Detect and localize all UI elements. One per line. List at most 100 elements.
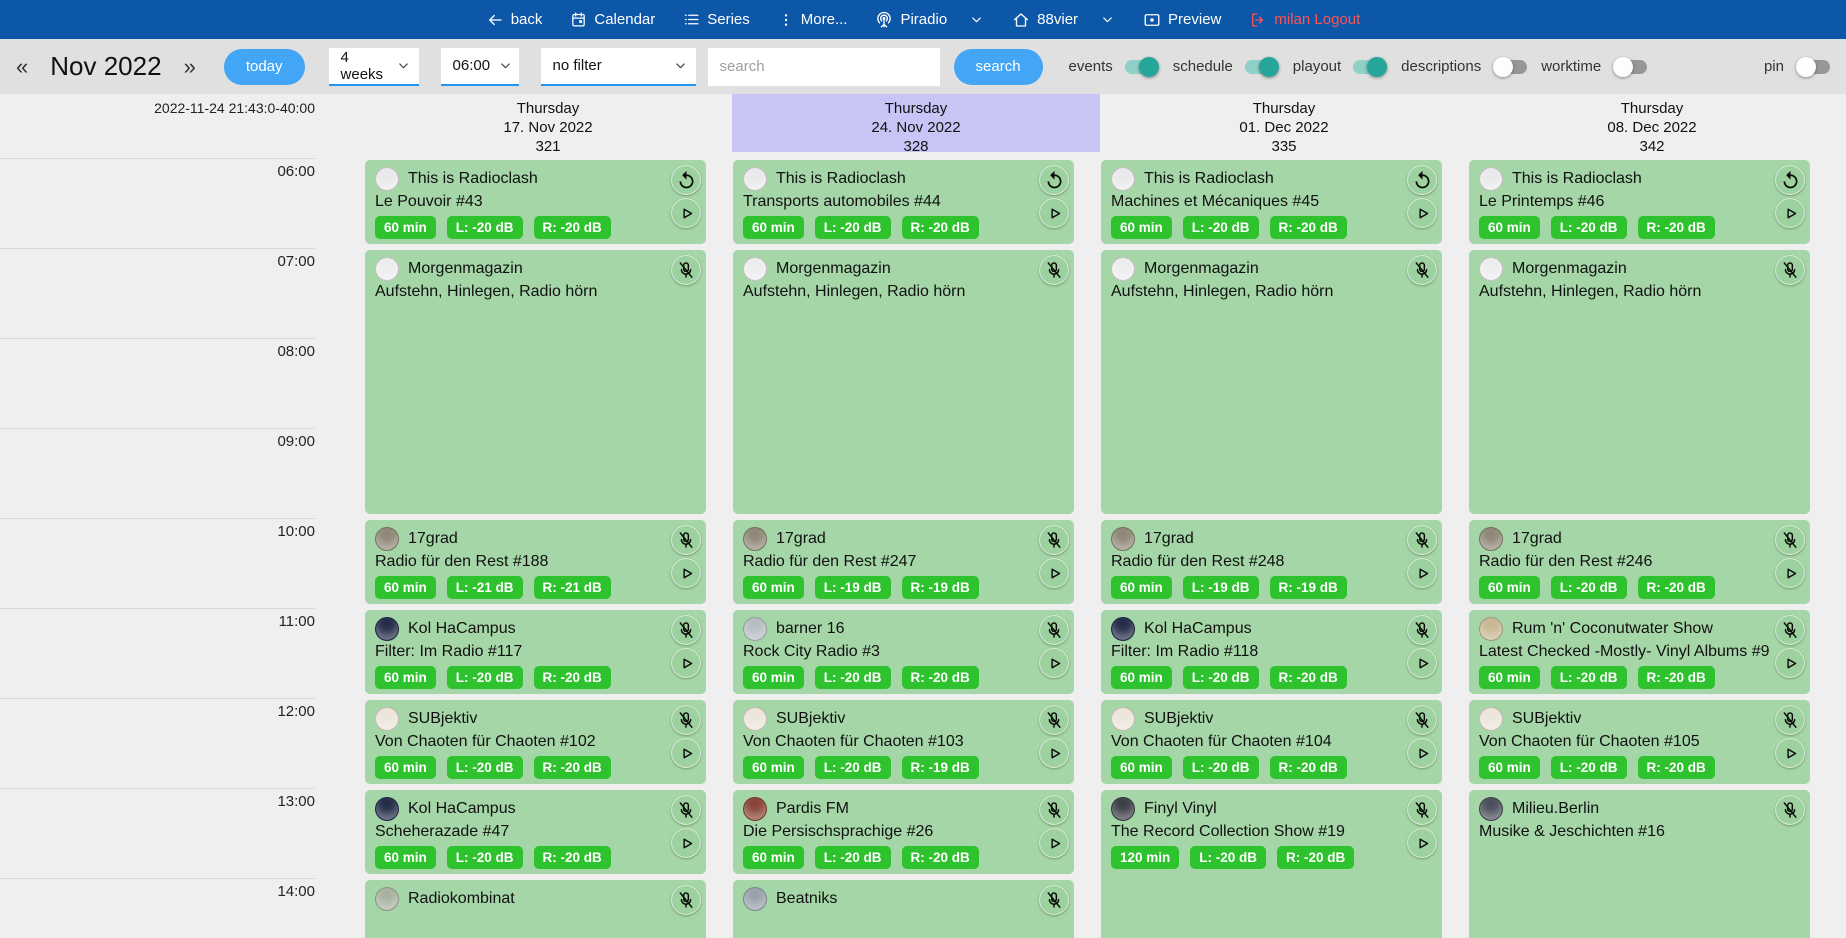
mic-off-icon[interactable] xyxy=(1039,255,1069,285)
search-input[interactable] xyxy=(708,48,940,86)
show-title: Morgenmagazin xyxy=(776,260,891,278)
event-card[interactable]: This is RadioclashLe Pouvoir #4360 minL:… xyxy=(365,160,706,244)
mic-off-icon[interactable] xyxy=(671,255,701,285)
playout-toggle[interactable] xyxy=(1353,60,1387,74)
nav-item-piradio[interactable]: Piradio xyxy=(875,11,947,29)
mic-off-icon[interactable] xyxy=(1775,705,1805,735)
event-card[interactable]: 17gradRadio für den Rest #24760 minL: -1… xyxy=(733,520,1074,604)
calendar-grid: 2022-11-24 21:43:0-40:00 06:0007:0008:00… xyxy=(0,94,1846,938)
mic-off-icon[interactable] xyxy=(1775,525,1805,555)
play-button[interactable] xyxy=(1407,648,1437,678)
mic-off-icon[interactable] xyxy=(1775,615,1805,645)
nav-item-series[interactable]: Series xyxy=(683,11,750,28)
event-card[interactable]: MorgenmagazinAufstehn, Hinlegen, Radio h… xyxy=(1469,250,1810,514)
mic-off-icon[interactable] xyxy=(1039,615,1069,645)
mic-off-icon[interactable] xyxy=(671,525,701,555)
event-card[interactable]: Kol HaCampusScheherazade #4760 minL: -20… xyxy=(365,790,706,874)
nav-item-more[interactable]: More... xyxy=(778,11,848,28)
play-button[interactable] xyxy=(1039,828,1069,858)
play-button[interactable] xyxy=(1039,558,1069,588)
event-card[interactable]: SUBjektivVon Chaoten für Chaoten #10460 … xyxy=(1101,700,1442,784)
level-badge: R: -19 dB xyxy=(902,576,979,599)
play-button[interactable] xyxy=(1407,828,1437,858)
event-card[interactable]: This is RadioclashTransports automobiles… xyxy=(733,160,1074,244)
event-card[interactable]: Kol HaCampusFilter: Im Radio #11860 minL… xyxy=(1101,610,1442,694)
mic-off-icon[interactable] xyxy=(1039,885,1069,915)
mic-off-icon[interactable] xyxy=(1039,795,1069,825)
event-card[interactable]: 17gradRadio für den Rest #24860 minL: -1… xyxy=(1101,520,1442,604)
mic-off-icon[interactable] xyxy=(1039,525,1069,555)
event-card[interactable]: This is RadioclashMachines et Mécaniques… xyxy=(1101,160,1442,244)
schedule-toggle[interactable] xyxy=(1245,60,1279,74)
mic-off-icon[interactable] xyxy=(1039,705,1069,735)
event-card[interactable]: SUBjektivVon Chaoten für Chaoten #10560 … xyxy=(1469,700,1810,784)
search-button[interactable]: search xyxy=(954,49,1043,85)
mic-off-icon[interactable] xyxy=(671,615,701,645)
play-button[interactable] xyxy=(1775,198,1805,228)
worktime-toggle[interactable] xyxy=(1613,60,1647,74)
play-button[interactable] xyxy=(1039,738,1069,768)
event-card[interactable]: MorgenmagazinAufstehn, Hinlegen, Radio h… xyxy=(733,250,1074,514)
event-card[interactable]: 17gradRadio für den Rest #24660 minL: -2… xyxy=(1469,520,1810,604)
event-card[interactable]: This is RadioclashLe Printemps #4660 min… xyxy=(1469,160,1810,244)
nav-item-88vier[interactable]: 88vier xyxy=(1012,11,1078,29)
mic-off-icon[interactable] xyxy=(1775,255,1805,285)
event-card[interactable]: MorgenmagazinAufstehn, Hinlegen, Radio h… xyxy=(1101,250,1442,514)
play-button[interactable] xyxy=(671,558,701,588)
time-gutter: 2022-11-24 21:43:0-40:00 06:0007:0008:00… xyxy=(0,94,364,938)
play-button[interactable] xyxy=(1039,198,1069,228)
play-button[interactable] xyxy=(671,738,701,768)
replay-button[interactable] xyxy=(1407,165,1437,195)
header-day-number: 342 xyxy=(1468,137,1836,156)
play-button[interactable] xyxy=(1775,558,1805,588)
mic-off-icon[interactable] xyxy=(1407,705,1437,735)
event-card[interactable]: Pardis FMDie Persischsprachige #2660 min… xyxy=(733,790,1074,874)
mic-off-icon[interactable] xyxy=(1407,795,1437,825)
prev-month-button[interactable]: « xyxy=(10,54,34,80)
pin-toggle[interactable] xyxy=(1796,60,1830,74)
replay-button[interactable] xyxy=(1775,165,1805,195)
replay-button[interactable] xyxy=(671,165,701,195)
event-card[interactable]: Radiokombinat xyxy=(365,880,706,938)
replay-button[interactable] xyxy=(1039,165,1069,195)
descriptions-toggle[interactable] xyxy=(1493,60,1527,74)
mic-off-icon[interactable] xyxy=(1407,525,1437,555)
event-card[interactable]: SUBjektivVon Chaoten für Chaoten #10360 … xyxy=(733,700,1074,784)
event-card[interactable]: SUBjektivVon Chaoten für Chaoten #10260 … xyxy=(365,700,706,784)
nav-item-calendar[interactable]: Calendar xyxy=(570,11,655,28)
event-card[interactable]: Finyl VinylThe Record Collection Show #1… xyxy=(1101,790,1442,938)
chevron-down-icon[interactable] xyxy=(1100,12,1115,27)
event-card[interactable]: Beatniks xyxy=(733,880,1074,938)
event-card[interactable]: Kol HaCampusFilter: Im Radio #11760 minL… xyxy=(365,610,706,694)
mic-off-icon[interactable] xyxy=(671,705,701,735)
nav-item-back[interactable]: back xyxy=(486,11,543,29)
play-button[interactable] xyxy=(1407,198,1437,228)
event-card[interactable]: MorgenmagazinAufstehn, Hinlegen, Radio h… xyxy=(365,250,706,514)
event-card[interactable]: 17gradRadio für den Rest #18860 minL: -2… xyxy=(365,520,706,604)
mic-off-icon[interactable] xyxy=(1407,255,1437,285)
next-month-button[interactable]: » xyxy=(178,54,202,80)
mic-off-icon[interactable] xyxy=(671,885,701,915)
nav-item-preview[interactable]: Preview xyxy=(1143,11,1221,29)
start-time-select[interactable]: 06:00 xyxy=(441,48,519,86)
play-button[interactable] xyxy=(1775,648,1805,678)
chevron-down-icon[interactable] xyxy=(969,12,984,27)
mic-off-icon[interactable] xyxy=(1775,795,1805,825)
play-button[interactable] xyxy=(1039,648,1069,678)
play-button[interactable] xyxy=(671,828,701,858)
play-button[interactable] xyxy=(1407,558,1437,588)
filter-select[interactable]: no filter xyxy=(541,48,696,86)
mic-off-icon[interactable] xyxy=(671,795,701,825)
event-card[interactable]: Milieu.BerlinMusike & Jeschichten #16 xyxy=(1469,790,1810,938)
event-card[interactable]: Rum 'n' Coconutwater ShowLatest Checked … xyxy=(1469,610,1810,694)
events-toggle[interactable] xyxy=(1125,60,1159,74)
event-card[interactable]: barner 16Rock City Radio #360 minL: -20 … xyxy=(733,610,1074,694)
today-button[interactable]: today xyxy=(224,49,305,85)
nav-item-milan-logout[interactable]: milan Logout xyxy=(1249,11,1360,29)
play-button[interactable] xyxy=(1407,738,1437,768)
play-button[interactable] xyxy=(671,648,701,678)
play-button[interactable] xyxy=(671,198,701,228)
range-select[interactable]: 4 weeks xyxy=(329,48,419,86)
mic-off-icon[interactable] xyxy=(1407,615,1437,645)
play-button[interactable] xyxy=(1775,738,1805,768)
